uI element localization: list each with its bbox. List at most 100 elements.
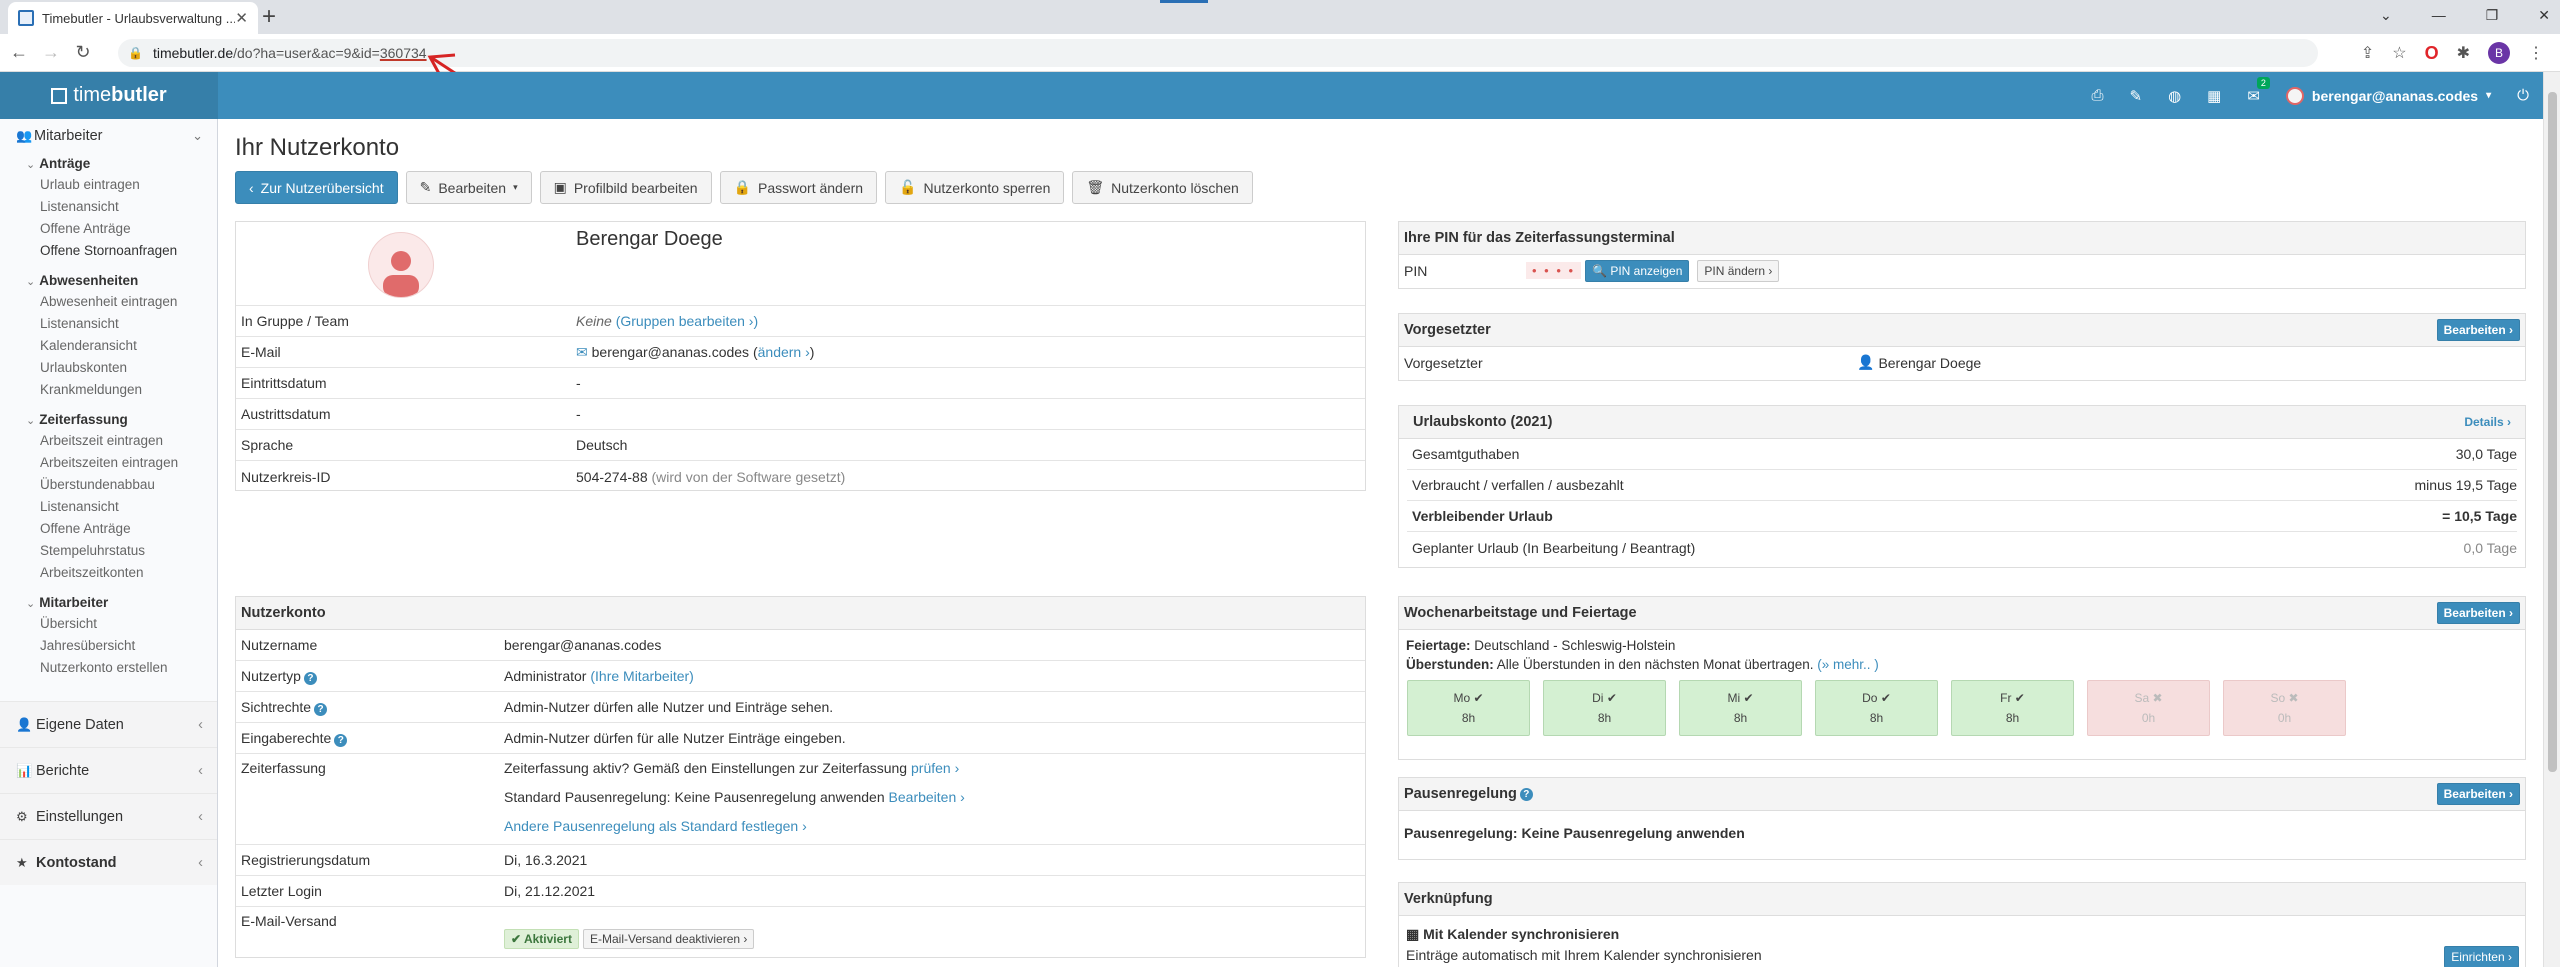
- print-icon[interactable]: ⎙: [2091, 87, 2103, 104]
- sidebar-section-kontostand[interactable]: ★ Kontostand ‹: [0, 839, 217, 885]
- bookmark-star-icon[interactable]: ☆: [2392, 43, 2406, 63]
- brand-logo[interactable]: time butler: [0, 72, 218, 119]
- sidebar-item-listenansicht[interactable]: Listenansicht: [0, 313, 217, 335]
- weekday-mi: Mi ✔ 8h: [1679, 680, 1802, 736]
- edit-dropdown-button[interactable]: ✎ Bearbeiten ▾: [405, 171, 532, 204]
- lock-account-button[interactable]: 🔓 Nutzerkonto sperren: [885, 171, 1065, 204]
- sidebar-item-arbeitszeit-eintragen[interactable]: Arbeitszeit eintragen: [0, 430, 217, 452]
- sidebar-group-zeiterfassung[interactable]: ⌄ Zeiterfassung: [0, 409, 217, 430]
- help-icon[interactable]: ?: [303, 671, 317, 685]
- edit-pause-rule-link[interactable]: Bearbeiten ›: [889, 789, 965, 805]
- loading-indicator: [1160, 0, 1208, 3]
- close-window-icon[interactable]: ✕: [2538, 7, 2550, 24]
- sidebar-item-offene-stornoanfragen[interactable]: Offene Stornoanfragen: [0, 240, 217, 262]
- sidebar-item-uebersicht[interactable]: Übersicht: [0, 613, 217, 635]
- sidebar-item-arbeitszeitkonten[interactable]: Arbeitszeitkonten: [0, 562, 217, 584]
- edit-pause-rule-button[interactable]: Bearbeiten ›: [2436, 783, 2520, 805]
- edit-profile-picture-button[interactable]: ▣ Profilbild bearbeiten: [539, 171, 712, 204]
- mail-icon[interactable]: ✉ 2: [2247, 76, 2270, 105]
- change-email-link[interactable]: ändern ›: [758, 344, 810, 360]
- weekday-sa: Sa ✖ 0h: [2087, 680, 2210, 736]
- email-active-badge: ✔ Aktiviert: [504, 929, 579, 949]
- sidebar-item-krankmeldungen[interactable]: Krankmeldungen: [0, 379, 217, 401]
- image-icon: ▣: [553, 179, 567, 195]
- sidebar-item-stempeluhrstatus[interactable]: Stempeluhrstatus: [0, 540, 217, 562]
- gear-icon: ⚙: [16, 808, 28, 824]
- back-to-overview-button[interactable]: ‹ Zur Nutzerübersicht: [235, 171, 398, 204]
- sidebar-item-listenansicht[interactable]: Listenansicht: [0, 196, 217, 218]
- sidebar-item-kalenderansicht[interactable]: Kalenderansicht: [0, 335, 217, 357]
- profile-avatar-icon[interactable]: B: [2488, 42, 2510, 64]
- help-icon[interactable]: ?: [314, 702, 328, 716]
- users-icon: 👥: [16, 128, 33, 143]
- change-password-button[interactable]: 🔒 Passwort ändern: [719, 171, 878, 204]
- sidebar-item-offene-antraege[interactable]: Offene Anträge: [0, 218, 217, 240]
- brush-icon[interactable]: ✎: [2129, 87, 2142, 105]
- change-pin-button[interactable]: PIN ändern ›: [1697, 259, 1780, 282]
- chevron-left-icon: ‹: [198, 762, 203, 779]
- sidebar-section-einstellungen[interactable]: ⚙ Einstellungen ‹: [0, 793, 217, 839]
- calendar-sync-title: ▦ Mit Kalender synchronisieren: [1406, 926, 1620, 942]
- bar-chart-icon: 📊: [16, 762, 33, 778]
- sidebar-item-jahresuebersicht[interactable]: Jahresübersicht: [0, 635, 217, 657]
- minimize-icon[interactable]: —: [2432, 7, 2446, 23]
- my-employees-link[interactable]: (Ihre Mitarbeiter): [590, 668, 693, 684]
- star-icon: ★: [16, 854, 28, 870]
- account-row-input-rights: Eingaberechte? Admin-Nutzer dürfen für a…: [236, 723, 1365, 754]
- sidebar-group-mitarbeiter[interactable]: ⌄ Mitarbeiter: [0, 592, 217, 613]
- set-default-pause-rule-link[interactable]: Andere Pausenregelung als Standard festl…: [504, 818, 965, 834]
- account-row-registration: Registrierungsdatum Di, 16.3.2021: [236, 845, 1365, 876]
- check-time-tracking-link[interactable]: prüfen ›: [911, 760, 959, 776]
- person-icon: 👤: [1857, 354, 1875, 370]
- sidebar-item-abwesenheit-eintragen[interactable]: Abwesenheit eintragen: [0, 291, 217, 313]
- sidebar-group-antraege[interactable]: ⌄ Anträge: [0, 153, 217, 174]
- top-navigation: ⎙ ✎ ◍ ▦ ✉ 2 berengar@ananas.codes ▾ ⏻: [218, 72, 2543, 119]
- help-icon[interactable]: ?: [334, 733, 348, 747]
- calendar-icon: ▦: [1406, 926, 1420, 942]
- globe-icon[interactable]: ◍: [2168, 87, 2181, 105]
- deactivate-email-button[interactable]: E-Mail-Versand deaktivieren ›: [582, 929, 755, 949]
- user-menu[interactable]: berengar@ananas.codes ▾: [2285, 86, 2491, 105]
- sidebar-group-abwesenheiten[interactable]: ⌄ Abwesenheiten: [0, 270, 217, 291]
- sidebar-section-eigene-daten[interactable]: 👤 Eigene Daten ‹: [0, 701, 217, 747]
- page-scrollbar[interactable]: [2543, 72, 2560, 967]
- edit-supervisor-button[interactable]: Bearbeiten ›: [2436, 319, 2520, 341]
- chevron-down-icon[interactable]: ⌄: [2380, 7, 2392, 24]
- cross-icon: ✖: [2152, 691, 2163, 705]
- help-icon[interactable]: ?: [1519, 787, 1533, 801]
- share-icon[interactable]: ⇪: [2361, 43, 2374, 63]
- setup-calendar-button[interactable]: Einrichten ›: [2444, 946, 2519, 967]
- account-row-email-sending: E-Mail-Versand ✔ Aktiviert E-Mail-Versan…: [236, 907, 1365, 949]
- kebab-menu-icon[interactable]: ⋮: [2528, 43, 2544, 63]
- edit-groups-link[interactable]: (Gruppen bearbeiten ›): [616, 313, 758, 329]
- show-pin-button[interactable]: 🔍 PIN anzeigen: [1585, 259, 1690, 282]
- vacation-details-link[interactable]: Details ›: [2464, 415, 2511, 429]
- restore-icon[interactable]: ❐: [2486, 7, 2499, 24]
- opera-extension-icon[interactable]: O: [2425, 43, 2439, 64]
- unlock-icon: 🔓: [899, 179, 917, 195]
- sidebar-item-listenansicht[interactable]: Listenansicht: [0, 496, 217, 518]
- pin-dots: • • • •: [1526, 262, 1582, 279]
- sidebar-section-mitarbeiter[interactable]: 👥 Mitarbeiter ⌄: [0, 119, 217, 153]
- vacation-row-total: Gesamtguthaben 30,0 Tage: [1407, 439, 2517, 470]
- check-icon: ✔: [2014, 691, 2025, 705]
- sidebar-item-offene-antraege[interactable]: Offene Anträge: [0, 518, 217, 540]
- profile-row-language: Sprache Deutsch: [236, 430, 1365, 461]
- power-icon[interactable]: ⏻: [2517, 87, 2529, 104]
- link-panel: Verknüpfung ▦ Mit Kalender synchronisier…: [1398, 882, 2526, 967]
- extensions-puzzle-icon[interactable]: ✱: [2457, 43, 2470, 63]
- sidebar-item-nutzerkonto-erstellen[interactable]: Nutzerkonto erstellen: [0, 657, 217, 679]
- scrollbar-thumb[interactable]: [2548, 92, 2557, 772]
- sidebar-item-ueberstundenabbau[interactable]: Überstundenabbau: [0, 474, 217, 496]
- sidebar-item-arbeitszeiten-eintragen[interactable]: Arbeitszeiten eintragen: [0, 452, 217, 474]
- sidebar-section-berichte[interactable]: 📊 Berichte ‹: [0, 747, 217, 793]
- sidebar-item-urlaubskonten[interactable]: Urlaubskonten: [0, 357, 217, 379]
- check-icon: ✔: [1880, 691, 1891, 705]
- chevron-left-icon: ‹: [198, 808, 203, 825]
- delete-account-button[interactable]: 🗑 Nutzerkonto löschen: [1072, 171, 1253, 204]
- calendar-icon[interactable]: ▦: [2207, 87, 2221, 105]
- overtime-more-link[interactable]: (» mehr.. ): [1817, 657, 1879, 672]
- sidebar-item-urlaub-eintragen[interactable]: Urlaub eintragen: [0, 174, 217, 196]
- edit-workdays-button[interactable]: Bearbeiten ›: [2436, 602, 2520, 624]
- weekday-so: So ✖ 0h: [2223, 680, 2346, 736]
